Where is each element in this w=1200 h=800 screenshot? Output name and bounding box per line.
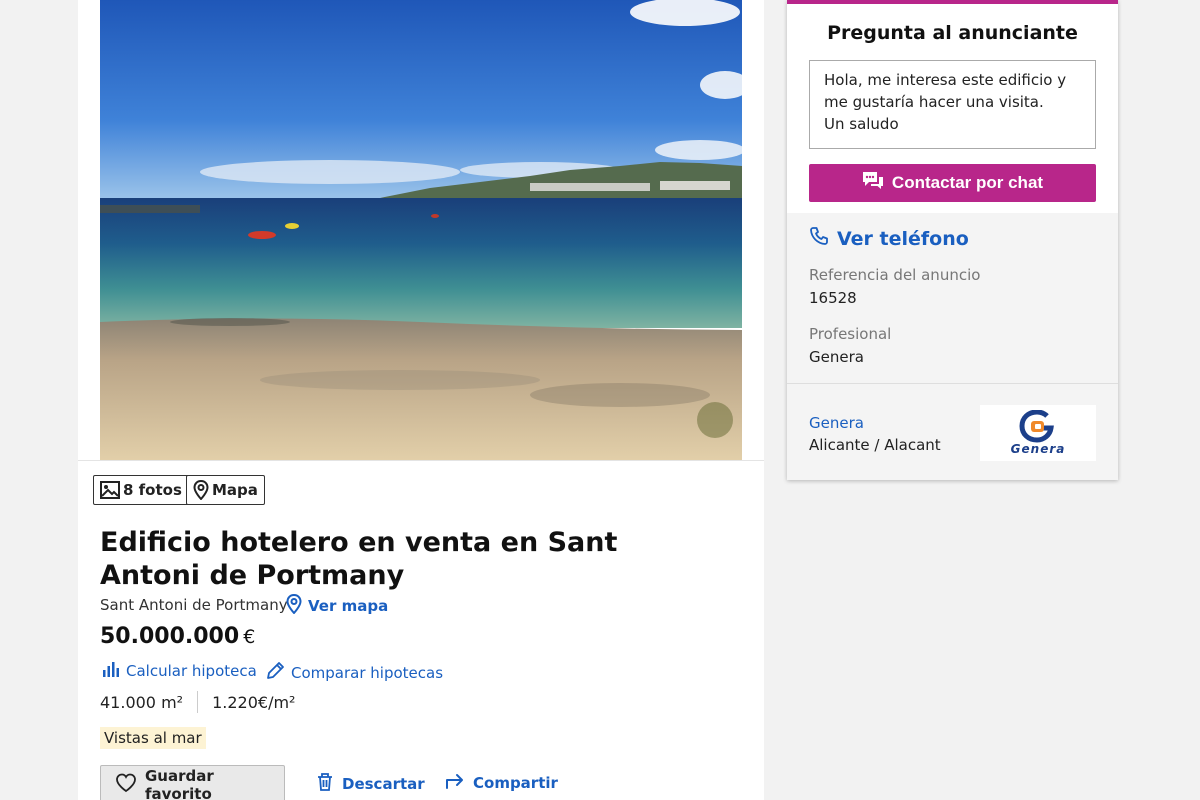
listing-title: Edificio hotelero en venta en Sant Anton… <box>100 527 618 591</box>
map-button[interactable]: Mapa <box>186 475 265 505</box>
panel-divider <box>787 383 1118 384</box>
chat-bubble-icon <box>862 171 884 196</box>
features-divider <box>197 691 199 713</box>
trash-icon <box>316 772 334 796</box>
phone-icon <box>809 226 829 251</box>
listing-price: 50.000.000 € <box>100 624 255 649</box>
contact-form: Pregunta al anunciante Hola, me interesa… <box>787 0 1118 213</box>
compare-mortgages-label: Comparar hipotecas <box>291 664 444 682</box>
share-button[interactable]: Compartir <box>445 772 558 794</box>
contact-heading: Pregunta al anunciante <box>827 22 1078 44</box>
map-pin-icon <box>193 480 209 500</box>
hero-divider <box>78 460 764 461</box>
discard-label: Descartar <box>342 775 425 793</box>
compare-mortgages-link[interactable]: Comparar hipotecas <box>265 661 443 685</box>
photos-button[interactable]: 8 fotos <box>93 475 189 505</box>
heart-icon <box>115 773 137 797</box>
agency-logo-text: Genera <box>1010 442 1066 456</box>
bar-chart-icon <box>102 661 120 681</box>
agency-location: Alicante / Alacant <box>809 436 941 454</box>
agency-logo[interactable]: Genera <box>980 405 1096 461</box>
feature-tag: Vistas al mar <box>100 727 206 749</box>
professional-value: Genera <box>809 348 864 366</box>
reference-value: 16528 <box>809 289 857 307</box>
listing-main-photo[interactable] <box>100 0 742 460</box>
listing-features: 41.000 m² 1.220€/m² <box>100 691 295 713</box>
map-label: Mapa <box>212 481 258 499</box>
price-value: 50.000.000 <box>100 624 240 649</box>
pencil-icon <box>265 661 285 685</box>
contact-chat-label: Contactar por chat <box>891 173 1044 192</box>
image-icon <box>100 481 120 499</box>
listing-price-per-m2: 1.220€/m² <box>212 692 296 712</box>
reference-label: Referencia del anuncio <box>809 266 981 284</box>
share-arrow-icon <box>445 772 465 794</box>
save-favorite-button[interactable]: Guardar favorito <box>100 765 285 800</box>
view-phone-label: Ver teléfono <box>837 227 969 250</box>
view-map-link[interactable]: Ver mapa <box>286 593 389 618</box>
professional-label: Profesional <box>809 325 892 343</box>
contact-chat-button[interactable]: Contactar por chat <box>809 164 1096 202</box>
message-textarea[interactable]: Hola, me interesa este edificio y me gus… <box>809 60 1096 149</box>
listing-area: 41.000 m² <box>100 692 184 712</box>
view-phone-link[interactable]: Ver teléfono <box>809 226 969 251</box>
contact-panel: Pregunta al anunciante Hola, me interesa… <box>787 0 1118 480</box>
save-favorite-label: Guardar favorito <box>145 767 214 800</box>
agency-logo-mark-icon <box>1019 410 1054 443</box>
view-map-label: Ver mapa <box>308 597 389 615</box>
discard-button[interactable]: Descartar <box>316 772 425 796</box>
price-currency: € <box>243 626 256 648</box>
photos-count-label: 8 fotos <box>123 481 182 499</box>
location-pin-icon <box>286 593 302 618</box>
calculate-mortgage-label: Calcular hipoteca <box>126 662 257 680</box>
beach-photo-illustration <box>100 0 742 460</box>
calculate-mortgage-link[interactable]: Calcular hipoteca <box>102 661 257 681</box>
share-label: Compartir <box>473 774 558 792</box>
agency-name-link[interactable]: Genera <box>809 414 864 432</box>
listing-location: Sant Antoni de Portmany <box>100 596 288 614</box>
